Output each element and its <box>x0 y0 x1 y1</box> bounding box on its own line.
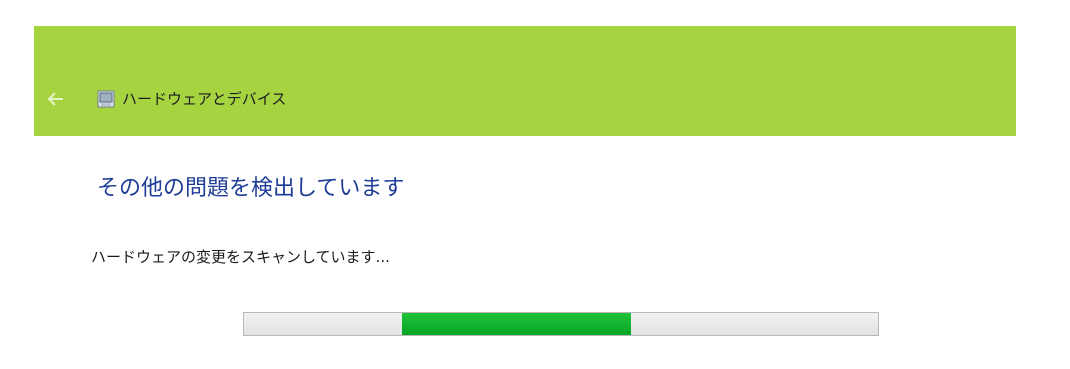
title-bar: ハードウェアとデバイス <box>34 26 1016 136</box>
status-text: ハードウェアの変更をスキャンしています... <box>91 248 390 266</box>
progress-fill <box>402 313 631 335</box>
page-heading: その他の問題を検出しています <box>97 176 405 201</box>
back-arrow-icon <box>47 92 63 106</box>
window-title: ハードウェアとデバイス <box>122 90 287 108</box>
back-button[interactable] <box>46 89 66 109</box>
progress-bar <box>243 312 879 336</box>
troubleshooter-window: ハードウェアとデバイス その他の問題を検出しています ハードウェアの変更をスキャ… <box>34 26 1016 369</box>
troubleshooter-icon <box>97 90 115 108</box>
